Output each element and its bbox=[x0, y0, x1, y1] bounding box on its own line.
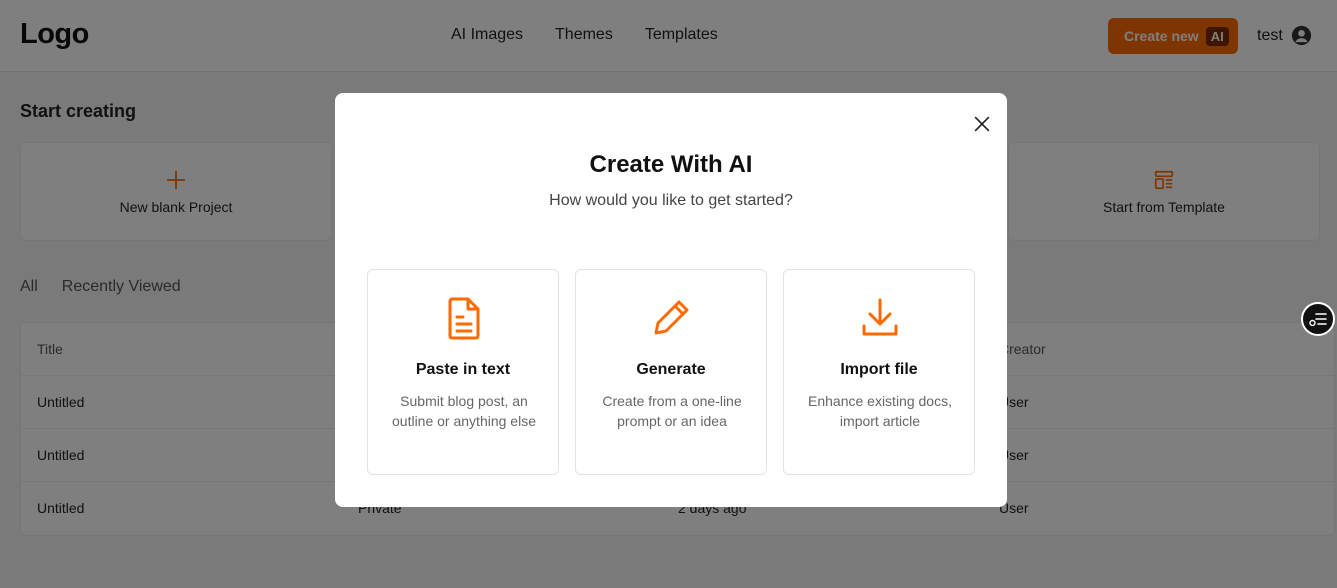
list-settings-icon bbox=[1309, 313, 1327, 326]
option-title: Generate bbox=[636, 361, 706, 378]
close-icon[interactable] bbox=[971, 113, 993, 135]
option-description: Create from a one-line prompt or an idea bbox=[602, 393, 742, 429]
download-icon bbox=[862, 298, 898, 336]
option-description: Enhance existing docs, import article bbox=[808, 393, 952, 429]
modal-title: Create With AI bbox=[589, 151, 753, 178]
option-description: Submit blog post, an outline or anything… bbox=[392, 393, 536, 429]
paste-in-text-option[interactable]: Paste in text Submit blog post, an outli… bbox=[367, 269, 559, 475]
pencil-icon bbox=[654, 300, 689, 335]
import-file-option[interactable]: Import file Enhance existing docs, impor… bbox=[783, 269, 975, 475]
option-title: Paste in text bbox=[415, 361, 511, 378]
document-icon bbox=[448, 297, 480, 340]
create-with-ai-modal: Create With AI How would you like to get… bbox=[335, 93, 1007, 507]
modal-subtitle: How would you like to get started? bbox=[549, 192, 793, 209]
floating-tools-button[interactable] bbox=[1301, 302, 1335, 336]
generate-option[interactable]: Generate Create from a one-line prompt o… bbox=[575, 269, 767, 475]
option-title: Import file bbox=[840, 361, 918, 378]
